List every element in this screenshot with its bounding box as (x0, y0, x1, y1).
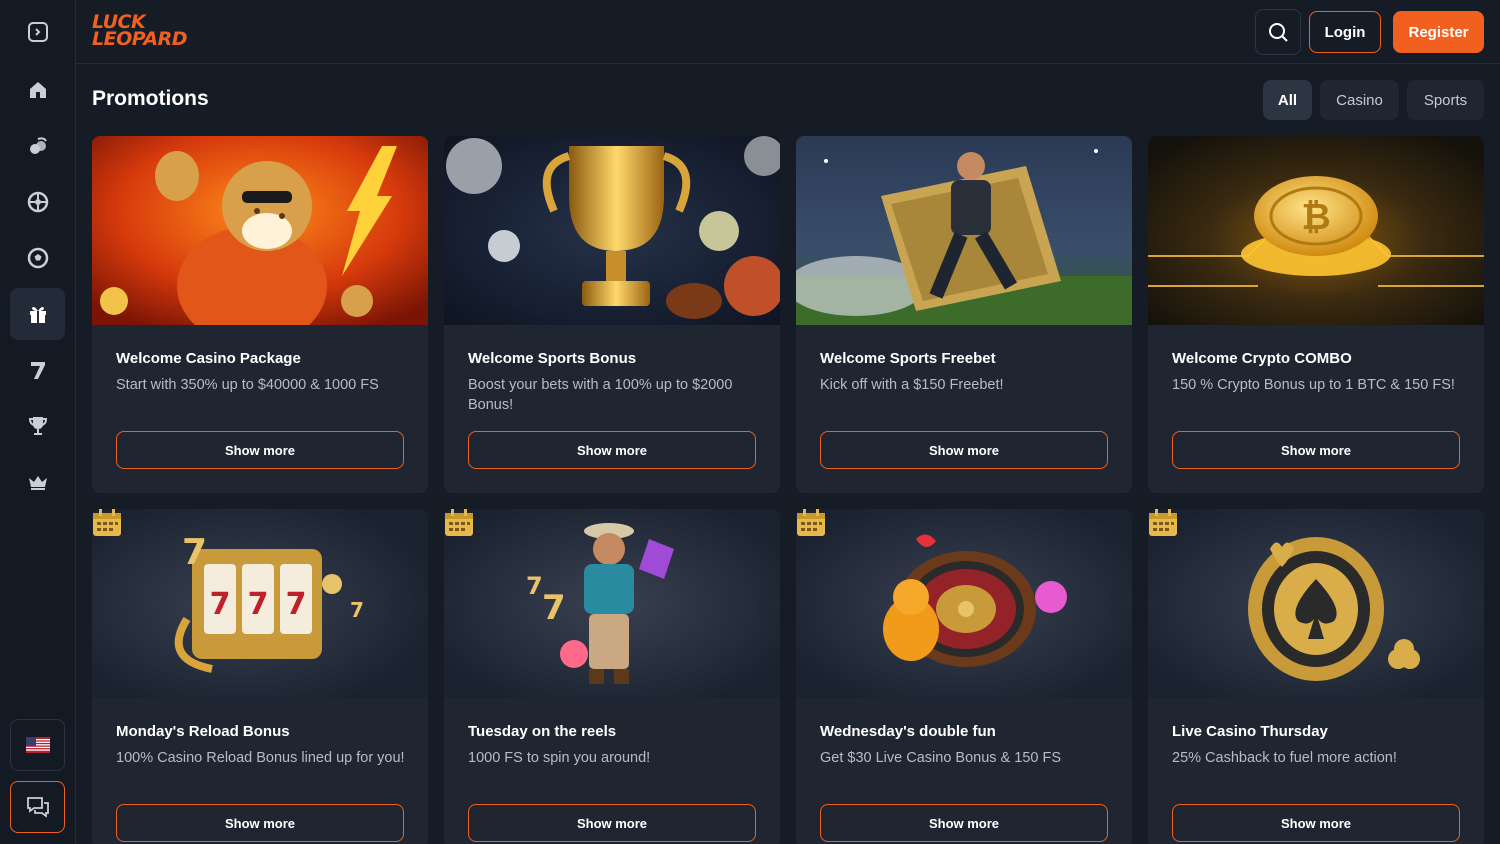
sidebar-item-vip[interactable] (10, 456, 65, 508)
promo-card: Wednesday's double fun Get $30 Live Casi… (796, 509, 1132, 844)
calendar-icon (1149, 509, 1177, 536)
soccer-ball-icon (27, 247, 48, 269)
promo-image-cowboy[interactable]: 7 7 (444, 509, 780, 698)
language-selector[interactable] (10, 719, 65, 771)
show-more-button[interactable]: Show more (468, 431, 756, 469)
svg-text:7: 7 (350, 598, 364, 622)
promo-image-trophy[interactable] (444, 136, 780, 325)
tab-casino[interactable]: Casino (1320, 80, 1399, 120)
svg-text:7: 7 (286, 587, 307, 622)
sidebar-item-sports[interactable] (10, 232, 65, 284)
promo-description: 1000 FS to spin you around! (468, 750, 651, 766)
show-more-button[interactable]: Show more (820, 804, 1108, 842)
brand-logo[interactable]: LUCK LEOPARD (92, 13, 188, 52)
sidebar-item-home[interactable] (10, 64, 65, 116)
top-header: LUCK LEOPARD Login Register (76, 0, 1500, 64)
promo-title: Welcome Sports Bonus (468, 350, 637, 367)
promo-title: Tuesday on the reels (468, 723, 617, 740)
svg-text:7: 7 (182, 532, 207, 573)
promo-description: 150 % Crypto Bonus up to 1 BTC & 150 FS! (1172, 377, 1455, 393)
promo-card: 7 7 Tuesday on the reels 1000 FS to spin… (444, 509, 780, 844)
promo-image-bitcoin[interactable]: ₿ (1148, 136, 1484, 325)
promo-image-roulette-wheel[interactable] (796, 509, 1132, 698)
promo-description: Kick off with a $150 Freebet! (820, 377, 1004, 393)
trophy-icon (28, 417, 47, 435)
sidebar-toggle-button[interactable] (10, 6, 65, 58)
promo-image-soccer-player[interactable] (796, 136, 1132, 325)
promo-card: Welcome Sports Freebet Kick off with a $… (796, 136, 1132, 493)
promo-title: Wednesday's double fun (820, 723, 996, 740)
promo-description: Get $30 Live Casino Bonus & 150 FS (820, 750, 1062, 766)
show-more-button[interactable]: Show more (468, 804, 756, 842)
gift-icon (29, 307, 46, 323)
sidebar-item-slots[interactable] (10, 120, 65, 172)
search-button[interactable] (1255, 9, 1301, 55)
promo-image-leopard[interactable] (92, 136, 428, 325)
promo-card: Live Casino Thursday 25% Cashback to fue… (1148, 509, 1484, 844)
promo-card: Welcome Casino Package Start with 350% u… (92, 136, 428, 493)
promo-card: ₿ Welcome Crypto COMBO 150 % Crypto Bonu… (1148, 136, 1484, 493)
logo-line-2: LEOPARD (92, 27, 188, 50)
svg-text:7: 7 (526, 572, 543, 600)
tab-all[interactable]: All (1263, 80, 1312, 120)
show-more-button[interactable]: Show more (1172, 431, 1460, 469)
promo-description: Boost your bets with a 100% up to $2000 … (468, 377, 733, 413)
calendar-icon (797, 509, 825, 536)
search-icon (1269, 23, 1288, 42)
show-more-button[interactable]: Show more (116, 431, 404, 469)
register-button[interactable]: Register (1393, 11, 1484, 53)
tab-sports[interactable]: Sports (1407, 80, 1484, 120)
home-icon (29, 82, 46, 98)
svg-text:7: 7 (542, 588, 566, 628)
us-flag-icon (25, 737, 50, 753)
promo-title: Monday's Reload Bonus (116, 723, 290, 740)
crown-icon (28, 476, 47, 490)
sidebar-item-tournaments[interactable] (10, 400, 65, 452)
svg-text:₿: ₿ (1301, 197, 1330, 238)
sidebar-toggle-icon (27, 22, 48, 42)
svg-text:7: 7 (210, 587, 231, 622)
calendar-icon (93, 509, 121, 536)
show-more-button[interactable]: Show more (820, 431, 1108, 469)
promo-card: Welcome Sports Bonus Boost your bets wit… (444, 136, 780, 493)
promo-title: Welcome Sports Freebet (820, 350, 996, 367)
seven-icon (30, 362, 45, 379)
svg-text:7: 7 (248, 587, 269, 622)
roulette-icon (27, 191, 48, 213)
sidebar (0, 0, 76, 844)
login-button[interactable]: Login (1309, 11, 1381, 53)
show-more-button[interactable]: Show more (116, 804, 404, 842)
sidebar-item-promotions[interactable] (10, 288, 65, 340)
promo-image-poker-chip[interactable] (1148, 509, 1484, 698)
promo-title: Welcome Crypto COMBO (1172, 350, 1352, 367)
promo-image-slot-machine[interactable]: 7 7 7 7 7 (92, 509, 428, 698)
sidebar-item-lucky-7[interactable] (10, 344, 65, 396)
promo-description: Start with 350% up to $40000 & 1000 FS (116, 377, 379, 393)
promo-card: 7 7 7 7 7 Monday's Reload Bonus 100% Cas… (92, 509, 428, 844)
sidebar-item-live-casino[interactable] (10, 176, 65, 228)
chat-icon (26, 797, 49, 818)
show-more-button[interactable]: Show more (1172, 804, 1460, 842)
promo-title: Live Casino Thursday (1172, 723, 1328, 740)
promo-title: Welcome Casino Package (116, 350, 301, 367)
cherries-icon (29, 137, 47, 154)
chat-button[interactable] (10, 781, 65, 833)
page-title: Promotions (92, 87, 209, 110)
promo-description: 25% Cashback to fuel more action! (1172, 750, 1397, 766)
calendar-icon (445, 509, 473, 536)
promo-description: 100% Casino Reload Bonus lined up for yo… (116, 750, 405, 766)
